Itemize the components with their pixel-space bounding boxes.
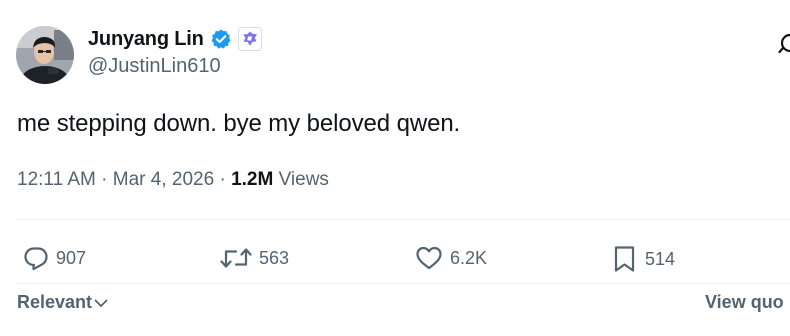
grok-icon[interactable]: [774, 30, 790, 58]
meta-separator: ·: [95, 169, 113, 190]
tweet-header: Junyang Lin @JustinLin610: [16, 26, 262, 84]
like-button[interactable]: 6.2K: [414, 244, 487, 272]
repost-count: 563: [259, 247, 290, 268]
divider: [17, 219, 790, 220]
author-names: Junyang Lin @JustinLin610: [88, 27, 262, 78]
name-row: Junyang Lin: [88, 27, 262, 51]
action-bar: 907 563 6.2K 514: [0, 238, 790, 278]
sort-replies-dropdown[interactable]: Relevant: [17, 292, 109, 313]
reply-count: 907: [56, 247, 87, 268]
blue-verified-check-icon[interactable]: [210, 28, 232, 50]
repost-button[interactable]: 563: [219, 244, 289, 272]
avatar[interactable]: [16, 26, 74, 84]
tweet: Junyang Lin @JustinLin610 me stepping do…: [0, 0, 790, 336]
reply-button[interactable]: 907: [22, 244, 86, 272]
tweet-meta: 12:11 AM · Mar 4, 2026 · 1.2M Views: [17, 169, 329, 191]
qwen-logo-icon[interactable]: [237, 27, 262, 51]
views-label: Views: [273, 169, 329, 190]
views-count: 1.2M: [231, 169, 274, 190]
bookmark-button[interactable]: 514: [611, 244, 675, 274]
divider: [17, 283, 790, 284]
tweet-date[interactable]: Mar 4, 2026: [113, 169, 214, 190]
tweet-time[interactable]: 12:11 AM: [17, 169, 96, 190]
repost-icon: [220, 248, 252, 268]
like-count: 6.2K: [450, 247, 488, 268]
tweet-text: me stepping down. bye my beloved qwen.: [17, 110, 461, 137]
meta-separator: ·: [214, 169, 232, 190]
heart-icon: [416, 246, 442, 270]
reply-icon: [24, 247, 48, 271]
display-name[interactable]: Junyang Lin: [88, 28, 204, 51]
author-handle[interactable]: @JustinLin610: [88, 55, 262, 78]
view-quotes-link[interactable]: View quo: [705, 292, 784, 313]
chevron-down-icon: [94, 299, 108, 307]
sort-label: Relevant: [17, 292, 93, 312]
bookmark-icon: [614, 246, 635, 272]
bookmark-count: 514: [645, 248, 676, 269]
